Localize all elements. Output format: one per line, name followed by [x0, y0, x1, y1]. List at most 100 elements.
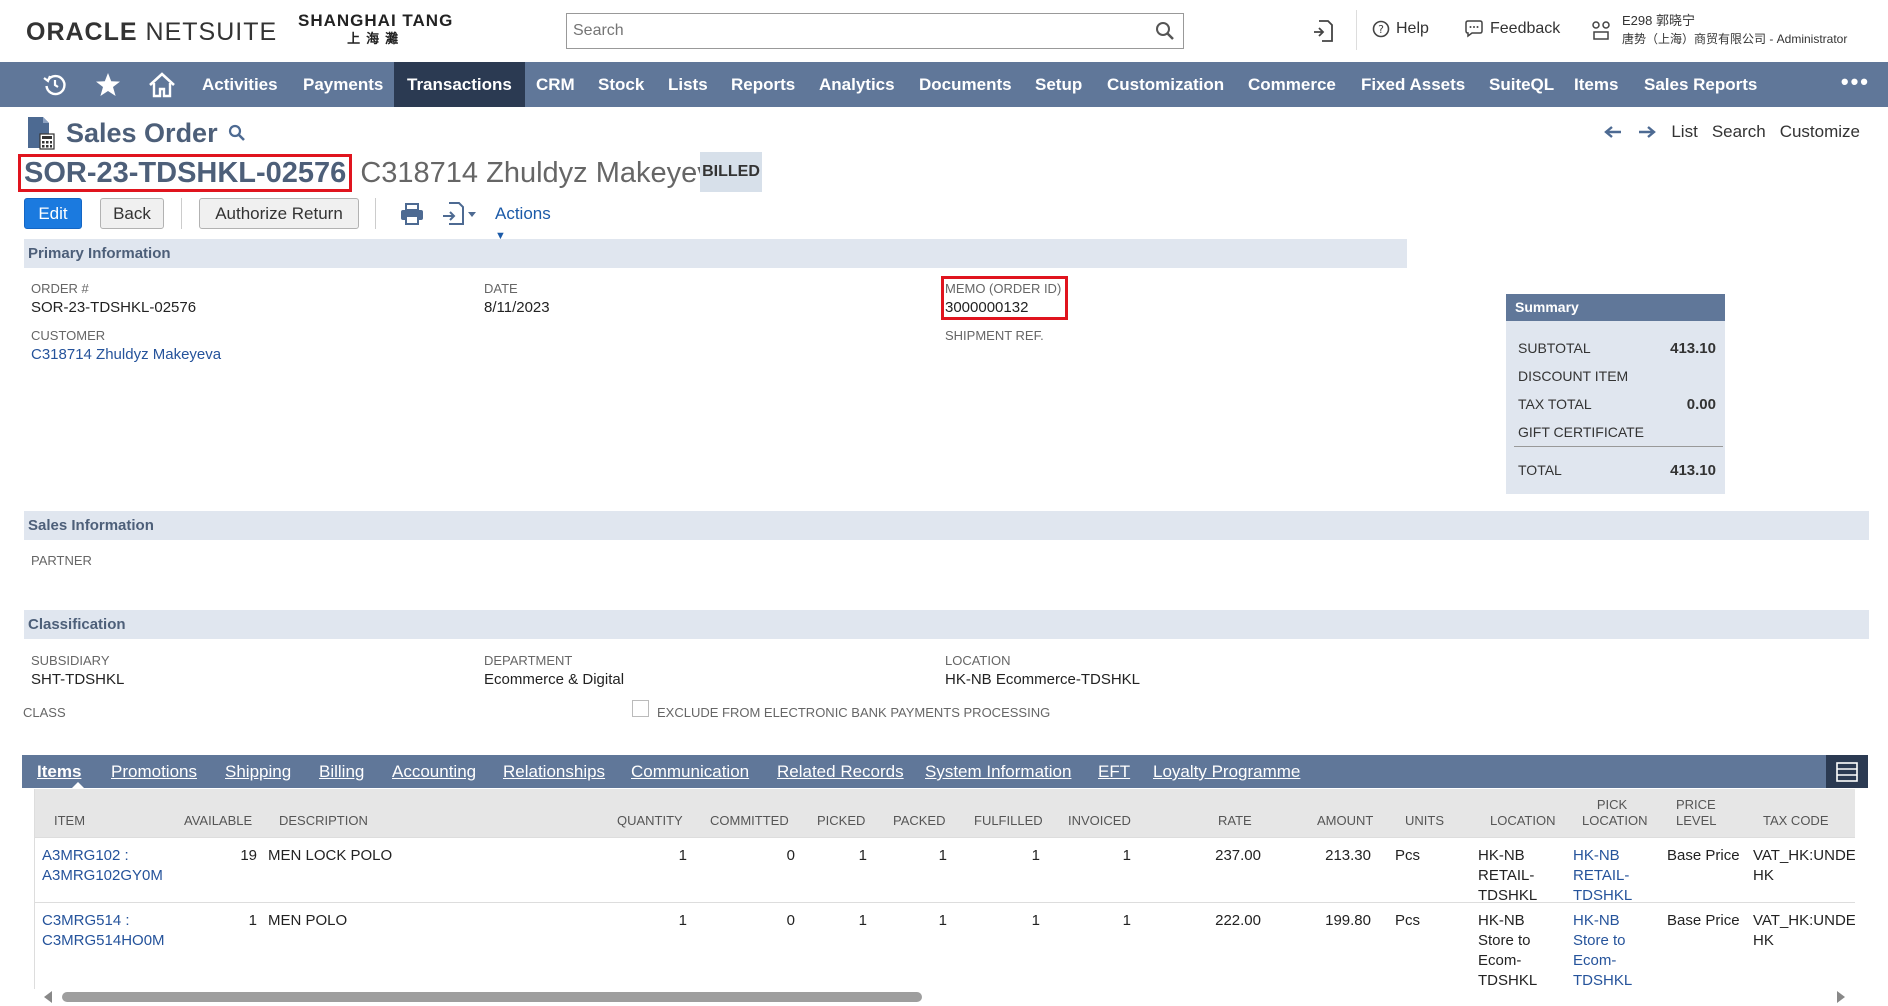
nav-setup[interactable]: Setup — [1022, 62, 1095, 107]
units-cell: Pcs — [1395, 912, 1421, 929]
customer-link[interactable]: C318714 Zhuldyz Makeyeva — [31, 346, 221, 363]
col-description[interactable]: DESCRIPTION — [279, 813, 368, 829]
edit-button[interactable]: Edit — [24, 198, 82, 229]
authorize-return-button[interactable]: Authorize Return — [199, 198, 359, 229]
role-switch-icon[interactable] — [1590, 20, 1612, 40]
location-line: HK-NB — [1478, 847, 1525, 864]
available-cell: 1 — [248, 912, 257, 929]
order-number-field: ORDER # SOR-23-TDSHKL-02576 — [31, 281, 196, 316]
oracle-netsuite-logo[interactable]: ORACLE NETSUITE — [26, 18, 277, 47]
nav-reports[interactable]: Reports — [718, 62, 808, 107]
subtab-communication[interactable]: Communication — [631, 755, 749, 788]
subtab-promotions[interactable]: Promotions — [111, 755, 197, 788]
nav-lists[interactable]: Lists — [655, 62, 721, 107]
back-button[interactable]: Back — [100, 198, 164, 229]
memo-value: 3000000132 — [945, 299, 1029, 316]
col-rate[interactable]: RATE — [1218, 813, 1252, 829]
sales-information-header[interactable]: Sales Information — [24, 511, 1869, 540]
actions-menu[interactable]: Actions ▼ — [495, 204, 551, 244]
scroll-left-arrow-icon[interactable] — [44, 991, 52, 1003]
nav-documents[interactable]: Documents — [906, 62, 1025, 107]
nav-sales-reports[interactable]: Sales Reports — [1631, 62, 1770, 107]
page-title-row: Sales Order — [26, 116, 246, 150]
subtab-relationships[interactable]: Relationships — [503, 755, 605, 788]
classification-header[interactable]: Classification — [24, 610, 1869, 639]
next-record-icon[interactable] — [1637, 125, 1657, 139]
col-committed[interactable]: COMMITTED — [710, 813, 789, 829]
button-divider — [181, 198, 182, 229]
col-price-level[interactable]: PRICE LEVEL — [1676, 797, 1716, 829]
customer-field: CUSTOMER C318714 Zhuldyz Makeyeva — [31, 328, 221, 363]
nav-customization[interactable]: Customization — [1094, 62, 1237, 107]
item-link[interactable]: A3MRG102 : A3MRG102GY0M — [42, 846, 163, 886]
print-icon[interactable] — [400, 203, 424, 225]
memo-field: MEMO (ORDER ID) 3000000132 — [945, 281, 1061, 316]
col-invoiced[interactable]: INVOICED — [1068, 813, 1131, 829]
record-number: SOR-23-TDSHKL-02576 — [18, 154, 353, 192]
export-document-icon[interactable] — [442, 202, 478, 226]
table-row[interactable]: C3MRG514 : C3MRG514HO0M 1 MEN POLO 1 0 1… — [35, 902, 1855, 989]
col-location[interactable]: LOCATION — [1490, 813, 1556, 829]
department-value: Ecommerce & Digital — [484, 671, 625, 688]
feedback-link[interactable]: Feedback — [1464, 20, 1560, 38]
table-row[interactable]: A3MRG102 : A3MRG102GY0M 19 MEN LOCK POLO… — [35, 837, 1855, 904]
horizontal-scrollbar[interactable] — [34, 990, 1855, 1004]
nav-more-menu[interactable]: ••• — [1841, 62, 1870, 102]
col-available[interactable]: AVAILABLE — [184, 813, 252, 829]
nav-suiteql[interactable]: SuiteQL — [1476, 62, 1567, 107]
col-pick-location[interactable]: PICK LOCATION — [1582, 797, 1648, 829]
nav-analytics[interactable]: Analytics — [806, 62, 908, 107]
exclude-ebp-label: EXCLUDE FROM ELECTRONIC BANK PAYMENTS PR… — [657, 705, 1051, 720]
nav-fixed-assets[interactable]: Fixed Assets — [1348, 62, 1478, 107]
subtab-accounting[interactable]: Accounting — [392, 755, 476, 788]
top-header: ORACLE NETSUITE SHANGHAI TANG 上海灘 ? Help… — [0, 0, 1888, 62]
col-tax-code[interactable]: TAX CODE — [1763, 813, 1829, 829]
col-amount[interactable]: AMOUNT — [1317, 813, 1373, 829]
help-link[interactable]: ? Help — [1372, 20, 1429, 38]
description-cell: MEN POLO — [268, 912, 348, 929]
feedback-label: Feedback — [1490, 20, 1561, 37]
col-fulfilled[interactable]: FULFILLED — [974, 813, 1043, 829]
primary-information-header[interactable]: Primary Information — [24, 239, 1407, 268]
nav-activities[interactable]: Activities — [189, 62, 291, 107]
pick-location-line: HK-NB — [1573, 847, 1620, 864]
nav-commerce[interactable]: Commerce — [1235, 62, 1349, 107]
item-link[interactable]: C3MRG514 : C3MRG514HO0M — [42, 911, 165, 951]
col-quantity[interactable]: QUANTITY — [617, 813, 683, 829]
customize-link[interactable]: Customize — [1780, 122, 1860, 142]
favorites-star-icon[interactable] — [93, 70, 123, 100]
nav-items[interactable]: Items — [1561, 62, 1631, 107]
title-search-icon[interactable] — [228, 124, 246, 142]
subtab-eft[interactable]: EFT — [1098, 755, 1130, 788]
recent-records-icon[interactable] — [1312, 19, 1334, 43]
nav-stock[interactable]: Stock — [585, 62, 657, 107]
pick-location-link[interactable]: HK-NB RETAIL- TDSHKL — [1573, 846, 1632, 906]
subtab-related-records[interactable]: Related Records — [777, 755, 904, 788]
subtab-billing[interactable]: Billing — [319, 755, 364, 788]
exclude-ebp-checkbox[interactable] — [632, 700, 649, 717]
col-units[interactable]: UNITS — [1405, 813, 1444, 829]
col-picked[interactable]: PICKED — [817, 813, 865, 829]
search-icon[interactable] — [1155, 21, 1175, 41]
fulfilled-cell: 1 — [1031, 847, 1040, 864]
recent-history-icon[interactable] — [40, 70, 70, 100]
subtab-shipping[interactable]: Shipping — [225, 755, 291, 788]
col-item[interactable]: ITEM — [54, 813, 85, 829]
previous-record-icon[interactable] — [1603, 125, 1623, 139]
nav-crm[interactable]: CRM — [523, 62, 588, 107]
nav-payments[interactable]: Payments — [290, 62, 396, 107]
scrollbar-thumb[interactable] — [62, 992, 922, 1002]
list-link[interactable]: List — [1671, 122, 1697, 142]
nav-transactions[interactable]: Transactions — [394, 62, 525, 107]
user-menu[interactable]: E298 郭晓宁 唐势（上海）商贸有限公司 - Administrator — [1622, 11, 1847, 49]
global-search-input[interactable] — [567, 14, 1137, 48]
home-icon[interactable] — [147, 70, 177, 100]
list-view-toggle[interactable] — [1826, 755, 1868, 788]
scroll-right-arrow-icon[interactable] — [1837, 991, 1845, 1003]
search-link[interactable]: Search — [1712, 122, 1766, 142]
subtab-system-information[interactable]: System Information — [925, 755, 1071, 788]
tax-total-value: 0.00 — [1686, 396, 1716, 413]
pick-location-link[interactable]: HK-NB Store to Ecom- TDSHKL — [1573, 911, 1632, 989]
col-packed[interactable]: PACKED — [893, 813, 946, 829]
subtab-loyalty-programme[interactable]: Loyalty Programme — [1153, 755, 1300, 788]
